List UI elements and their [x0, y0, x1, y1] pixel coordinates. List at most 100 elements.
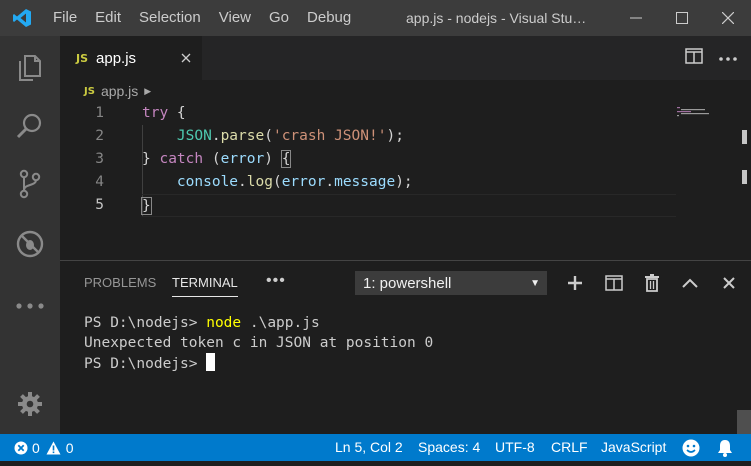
menu-selection[interactable]: Selection — [130, 0, 210, 36]
menu-view[interactable]: View — [210, 0, 260, 36]
terminal-command: node — [206, 315, 242, 331]
line-number-gutter: 1 2 3 4 5 — [60, 102, 120, 217]
js-file-icon: JS — [84, 85, 95, 97]
editor-tabs-bar: JS app.js — [60, 36, 751, 80]
terminal-prompt: PS D:\nodejs> — [84, 315, 207, 331]
source-control-icon[interactable] — [0, 160, 60, 208]
cursor-position[interactable]: Ln 5, Col 2 — [335, 434, 403, 461]
overview-ruler — [742, 130, 747, 184]
debug-icon[interactable] — [0, 220, 60, 268]
breadcrumb-file[interactable]: app.js — [101, 83, 138, 99]
close-icon — [723, 277, 735, 289]
breadcrumb: JS app.js ▶ — [60, 80, 751, 102]
code-text: . — [238, 174, 247, 190]
chevron-up-icon — [682, 278, 698, 288]
code-line: } catch (error) { — [142, 148, 682, 171]
warning-count: 0 — [65, 439, 74, 456]
problems-status[interactable]: 0 0 — [14, 434, 74, 461]
more-icon[interactable] — [0, 282, 60, 330]
tab-problems[interactable]: PROBLEMS — [84, 261, 156, 305]
line-number: 3 — [95, 151, 104, 167]
code-line: JSON.parse('crash JSON!'); — [142, 125, 682, 148]
tab-label: app.js — [96, 49, 137, 67]
code-text: ); — [395, 174, 413, 190]
line-number: 5 — [95, 197, 104, 213]
terminal-line: Unexpected token c in JSON at position 0 — [84, 335, 434, 351]
menu-file[interactable]: File — [44, 0, 86, 36]
menu-debug[interactable]: Debug — [298, 0, 360, 36]
code-line: try { — [142, 102, 682, 125]
panel-more-button[interactable]: ••• — [266, 261, 286, 305]
trash-icon — [645, 274, 659, 292]
matched-bracket: } — [141, 197, 152, 215]
more-actions-button[interactable] — [715, 48, 741, 68]
split-terminal-button[interactable] — [604, 273, 624, 293]
keyword: catch — [159, 151, 204, 167]
warning-icon — [46, 441, 61, 455]
function-name: log — [246, 174, 273, 190]
close-icon — [722, 12, 734, 24]
minimap[interactable] — [677, 104, 717, 117]
search-icon[interactable] — [0, 102, 60, 150]
code-text: . — [325, 174, 335, 190]
terminal-output[interactable]: PS D:\nodejs> node .\app.js Unexpected t… — [84, 313, 724, 373]
code-text: ( — [264, 128, 273, 144]
code-line-current: } — [141, 194, 676, 217]
feedback-smiley-icon[interactable] — [682, 439, 700, 457]
new-terminal-button[interactable] — [565, 273, 585, 293]
variable: error — [220, 151, 265, 167]
terminal-line: PS D:\nodejs> — [84, 353, 724, 373]
encoding[interactable]: UTF-8 — [495, 434, 535, 461]
js-file-icon: JS — [76, 51, 89, 65]
vscode-logo-icon — [0, 0, 44, 36]
code-editor[interactable]: 1 2 3 4 5 try { JSON.parse('crash JSON!'… — [60, 102, 751, 260]
language-mode[interactable]: JavaScript — [601, 434, 666, 461]
close-tab-button[interactable] — [175, 47, 197, 69]
dropdown-arrow-icon: ▼ — [530, 278, 540, 289]
window-controls — [613, 0, 751, 36]
code-text: . — [211, 128, 221, 144]
terminal-cursor — [206, 353, 216, 371]
code-line: console.log(error.message); — [142, 171, 682, 194]
notifications-bell-icon[interactable] — [716, 439, 734, 457]
code-text: ( — [203, 151, 221, 167]
menu-bar: File Edit Selection View Go Debug — [44, 0, 360, 36]
split-editor-button[interactable] — [685, 48, 705, 68]
menu-go[interactable]: Go — [260, 0, 298, 36]
code-text: { — [168, 105, 186, 121]
line-number: 4 — [95, 174, 104, 190]
matched-bracket: { — [280, 150, 292, 168]
close-window-button[interactable] — [705, 0, 751, 36]
minimize-button[interactable] — [613, 0, 659, 36]
kill-terminal-button[interactable] — [642, 273, 662, 293]
maximize-button[interactable] — [659, 0, 705, 36]
terminal-scrollbar[interactable] — [737, 410, 751, 434]
settings-gear-icon[interactable] — [0, 380, 60, 428]
indentation[interactable]: Spaces: 4 — [418, 434, 480, 461]
terminal-prompt: PS D:\nodejs> — [84, 356, 207, 372]
tab-terminal[interactable]: TERMINAL — [172, 261, 238, 305]
maximize-panel-button[interactable] — [680, 273, 700, 293]
menu-edit[interactable]: Edit — [86, 0, 130, 36]
minimize-icon — [630, 17, 642, 19]
function-name: parse — [220, 128, 265, 144]
explorer-icon[interactable] — [0, 44, 60, 92]
chevron-right-icon: ▶ — [144, 85, 152, 96]
close-panel-button[interactable] — [719, 273, 739, 293]
variable: console — [176, 174, 239, 190]
class-name: JSON — [176, 128, 212, 144]
keyword: try — [142, 105, 169, 121]
maximize-icon — [676, 12, 688, 24]
variable: error — [281, 174, 326, 190]
close-icon — [181, 53, 191, 63]
line-number: 2 — [95, 128, 104, 144]
code-text: } — [142, 151, 160, 167]
tab-app-js[interactable]: JS app.js — [60, 36, 202, 80]
more-icon — [719, 57, 737, 61]
code-text: ); — [386, 128, 404, 144]
terminal-select[interactable]: 1: powershell ▼ — [355, 271, 547, 295]
line-ending[interactable]: CRLF — [551, 434, 588, 461]
code-text: ( — [272, 174, 282, 190]
activity-bar — [0, 36, 60, 434]
